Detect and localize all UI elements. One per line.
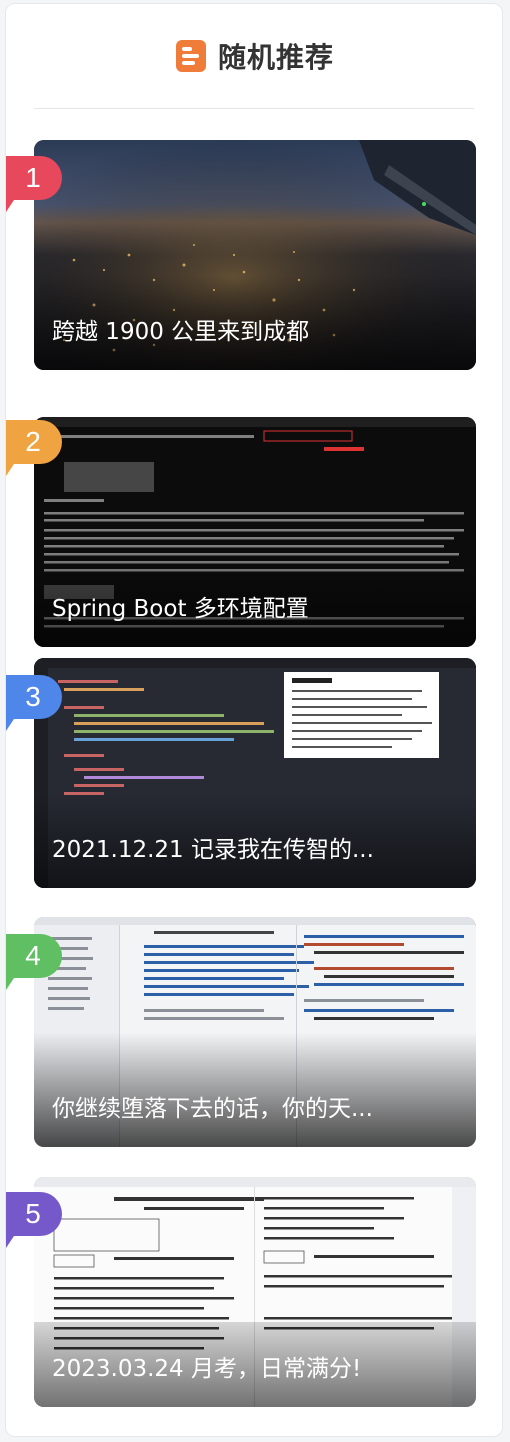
- recommend-card-5[interactable]: 2023.03.24 月考，日常满分!: [34, 1177, 476, 1407]
- recommend-card-3[interactable]: 2021.12.21 记录我在传智的...: [34, 658, 476, 888]
- rank-number: 4: [25, 940, 41, 971]
- card-title[interactable]: Spring Boot 多环境配置: [52, 589, 458, 623]
- card-title[interactable]: 2023.03.24 月考，日常满分!: [52, 1349, 458, 1383]
- rank-number: 2: [25, 426, 41, 457]
- rank-number: 3: [25, 681, 41, 712]
- rank-badge-4: 4: [6, 934, 64, 1004]
- random-recommend-widget: 随机推荐 跨越 1900 公里来到成都 Spring Boot 多环境配置 20…: [5, 3, 503, 1437]
- rank-badge-1: 1: [6, 156, 64, 226]
- rank-badge-3: 3: [6, 675, 64, 745]
- rank-number: 5: [25, 1198, 41, 1229]
- rank-badge-2: 2: [6, 420, 64, 490]
- rank-badge-5: 5: [6, 1192, 64, 1262]
- recommend-card-1[interactable]: 跨越 1900 公里来到成都: [34, 140, 476, 370]
- article-list-icon: [175, 40, 206, 72]
- recommend-card-2[interactable]: Spring Boot 多环境配置: [34, 417, 476, 647]
- card-title[interactable]: 你继续堕落下去的话，你的天...: [52, 1089, 458, 1123]
- rank-number: 1: [25, 162, 41, 193]
- card-title[interactable]: 2021.12.21 记录我在传智的...: [52, 830, 458, 864]
- recommend-card-4[interactable]: 你继续堕落下去的话，你的天...: [34, 917, 476, 1147]
- widget-title: 随机推荐: [217, 41, 334, 74]
- header-divider: [34, 108, 474, 109]
- widget-header: 随机推荐: [6, 4, 502, 108]
- card-title[interactable]: 跨越 1900 公里来到成都: [52, 312, 458, 346]
